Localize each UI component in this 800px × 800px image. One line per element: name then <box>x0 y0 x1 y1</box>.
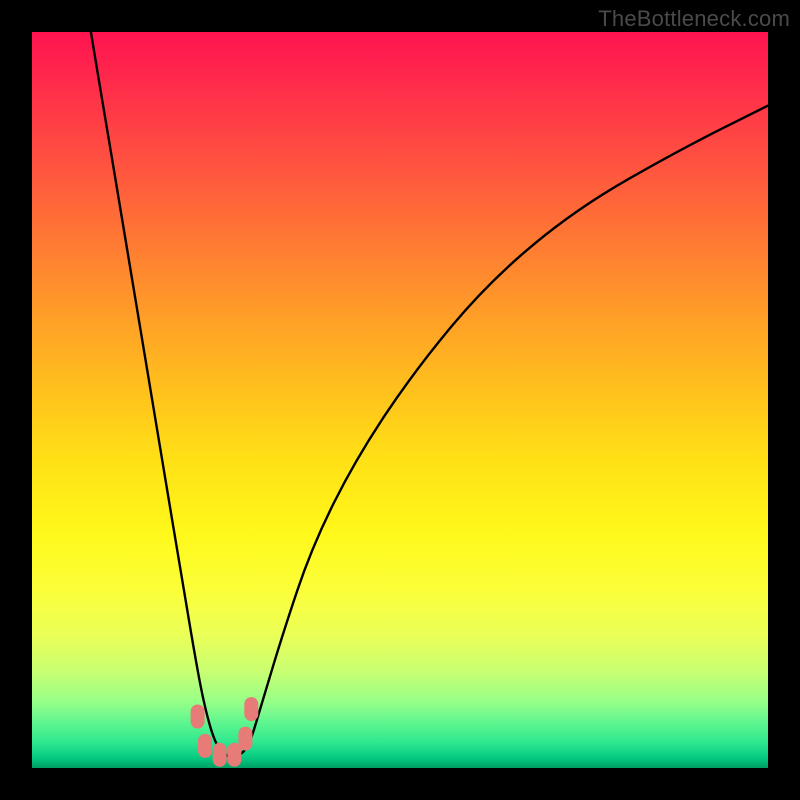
marker-4 <box>238 727 252 751</box>
chart-frame: TheBottleneck.com <box>0 0 800 800</box>
watermark-text: TheBottleneck.com <box>598 6 790 32</box>
marker-5 <box>244 697 258 721</box>
marker-1 <box>198 734 212 758</box>
bottleneck-curve <box>91 32 768 757</box>
markers-group <box>191 697 259 767</box>
curve-svg <box>32 32 768 768</box>
marker-2 <box>213 743 227 767</box>
marker-0 <box>191 705 205 729</box>
plot-area <box>32 32 768 768</box>
